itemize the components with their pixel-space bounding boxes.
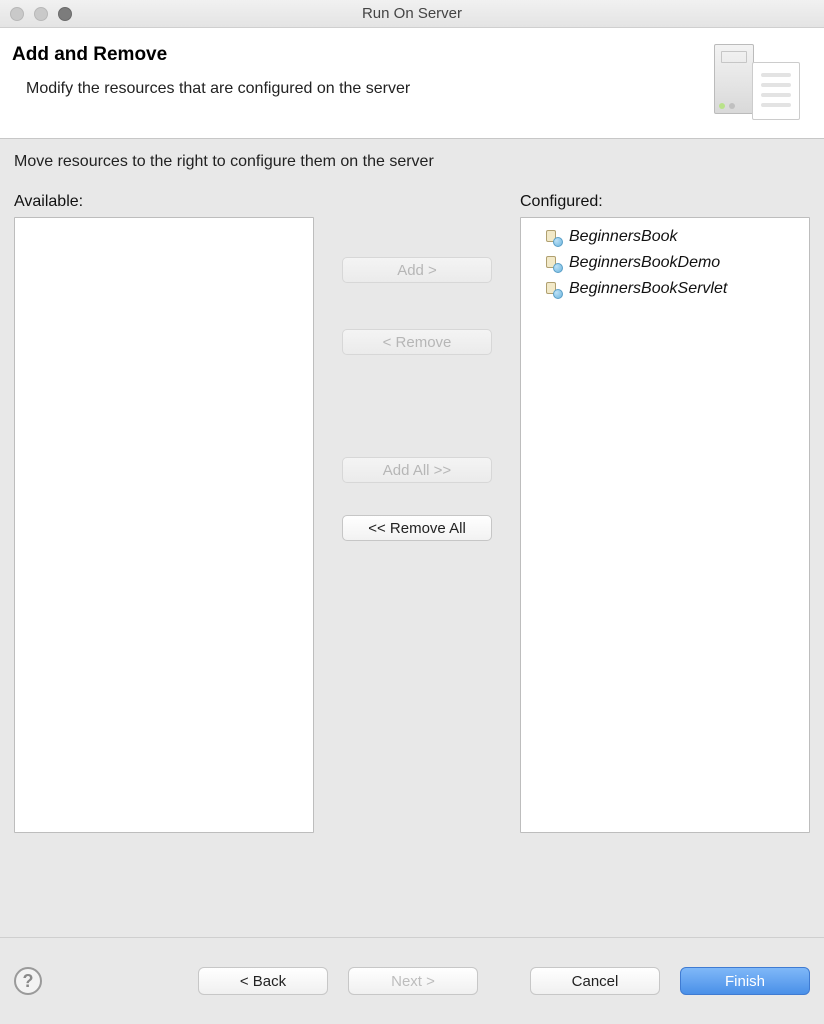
help-icon[interactable]: ? (14, 967, 42, 995)
list-labels: Available: Configured: (14, 193, 810, 211)
available-label: Available: (14, 193, 314, 211)
available-list[interactable] (14, 217, 314, 833)
cancel-button[interactable]: Cancel (530, 967, 660, 995)
remove-button[interactable]: < Remove (342, 329, 492, 355)
instruction-text: Move resources to the right to configure… (14, 153, 810, 171)
wizard-footer: ? < Back Next > Cancel Finish (0, 938, 824, 1024)
wizard-body: Move resources to the right to configure… (0, 139, 824, 887)
list-item-label: BeginnersBookServlet (569, 280, 727, 298)
list-item-label: BeginnersBookDemo (569, 254, 720, 272)
page-title: Add and Remove (12, 44, 410, 66)
add-all-button[interactable]: Add All >> (342, 457, 492, 483)
web-project-icon (545, 255, 561, 271)
page-subtitle: Modify the resources that are configured… (26, 80, 410, 98)
remove-all-button[interactable]: << Remove All (342, 515, 492, 541)
server-illustration-icon (714, 44, 806, 124)
add-button[interactable]: Add > (342, 257, 492, 283)
web-project-icon (545, 229, 561, 245)
wizard-header: Add and Remove Modify the resources that… (0, 28, 824, 139)
transfer-buttons: Add > < Remove Add All >> << Remove All (314, 217, 520, 833)
list-item[interactable]: BeginnersBookDemo (521, 250, 809, 276)
window-controls (10, 7, 72, 21)
finish-button[interactable]: Finish (680, 967, 810, 995)
zoom-window-icon[interactable] (58, 7, 72, 21)
configured-list[interactable]: BeginnersBook BeginnersBookDemo BeginnersB… (520, 217, 810, 833)
transfer-lists: Add > < Remove Add All >> << Remove All … (14, 217, 810, 833)
window-title: Run On Server (0, 5, 824, 22)
minimize-window-icon[interactable] (34, 7, 48, 21)
close-window-icon[interactable] (10, 7, 24, 21)
wizard-header-text: Add and Remove Modify the resources that… (12, 44, 410, 100)
run-on-server-dialog: Run On Server Add and Remove Modify the … (0, 0, 824, 1024)
list-item-label: BeginnersBook (569, 228, 678, 246)
next-button[interactable]: Next > (348, 967, 478, 995)
list-item[interactable]: BeginnersBook (521, 224, 809, 250)
list-item[interactable]: BeginnersBookServlet (521, 276, 809, 302)
back-button[interactable]: < Back (198, 967, 328, 995)
configured-label: Configured: (520, 193, 810, 211)
titlebar: Run On Server (0, 0, 824, 28)
web-project-icon (545, 281, 561, 297)
